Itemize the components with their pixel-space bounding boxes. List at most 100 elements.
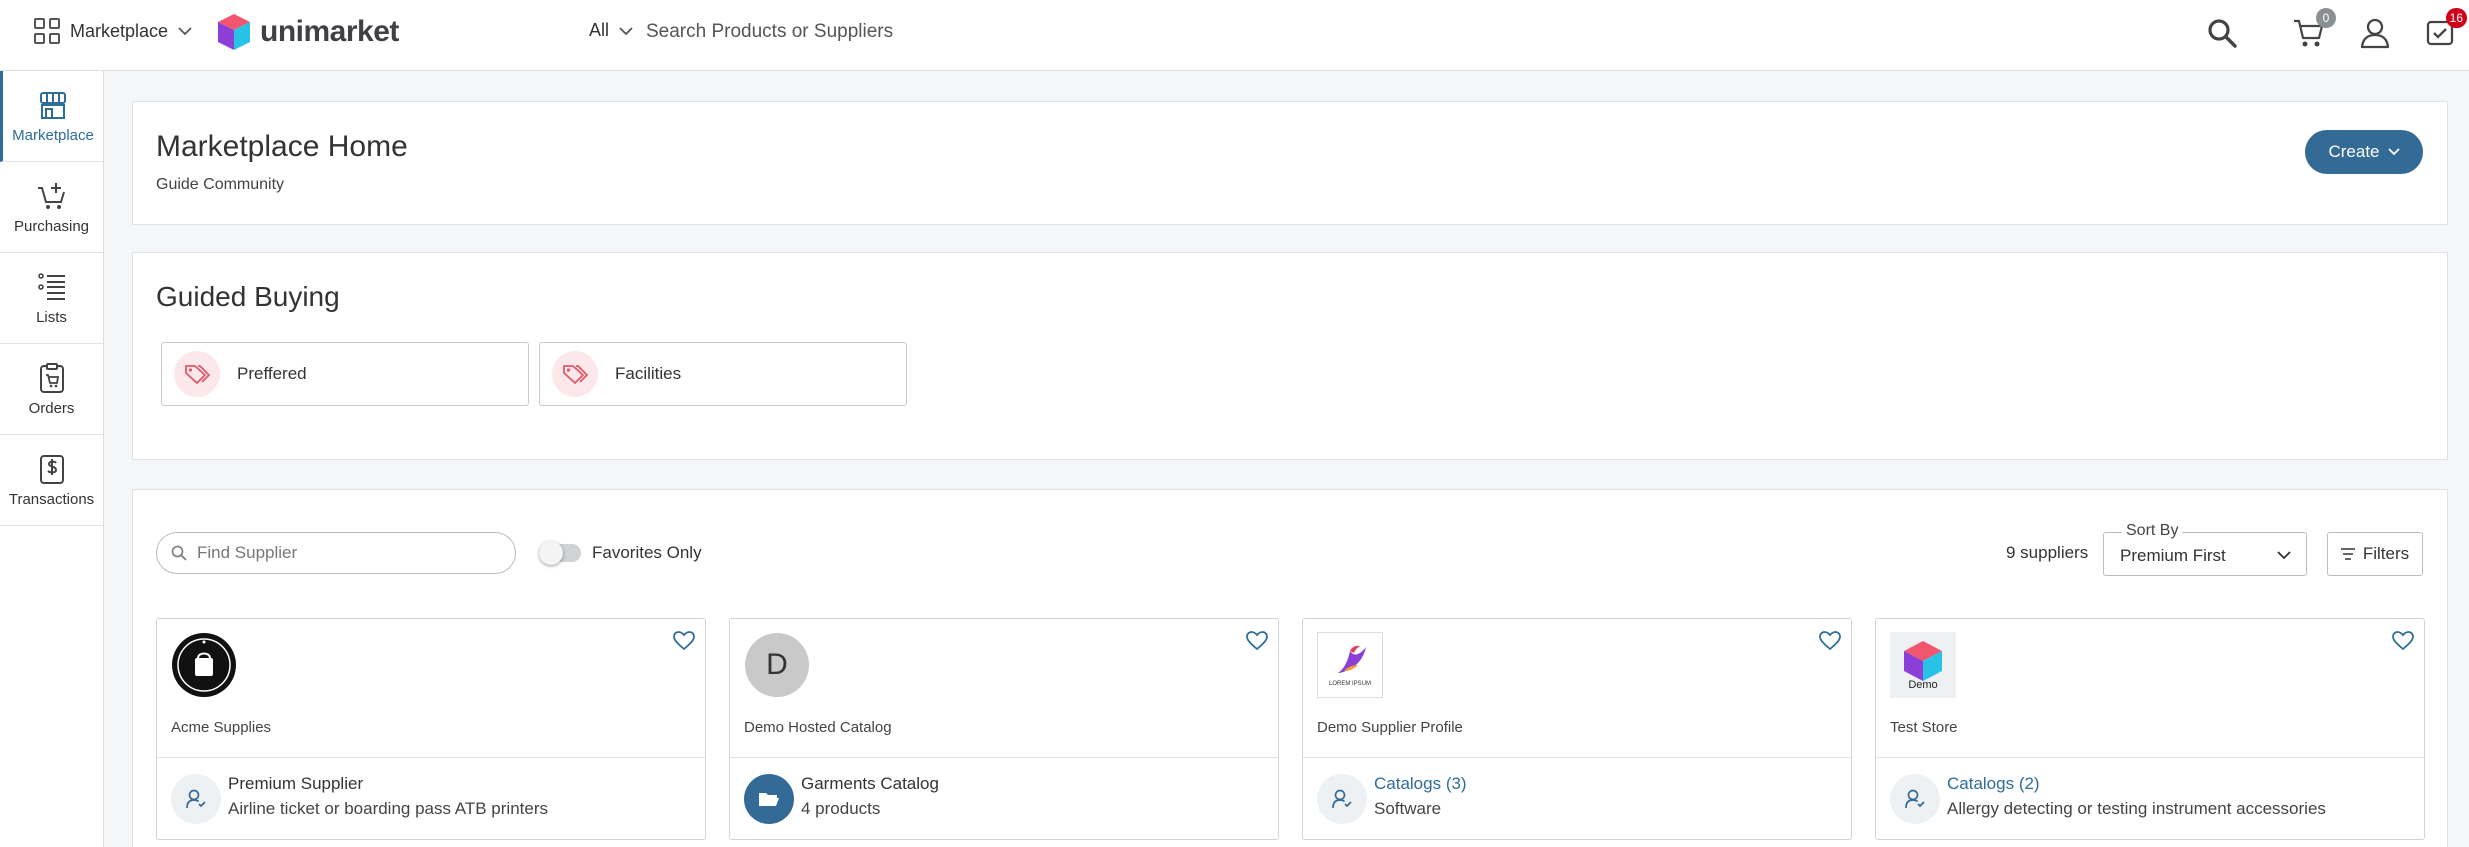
supplier-logo [171, 632, 237, 698]
user-icon [2360, 18, 2390, 49]
acme-seal-logo [172, 633, 236, 697]
supplier-card-footer: Premium Supplier Airline ticket or board… [157, 757, 705, 840]
find-supplier-input[interactable] [197, 543, 497, 563]
supplier-category: Software [1374, 799, 1442, 818]
nav-label: Purchasing [13, 217, 90, 235]
favorite-button[interactable] [1246, 631, 1268, 656]
left-nav: Marketplace Purchasing Lists Orders Tran… [0, 71, 104, 847]
guided-buying-title: Guided Buying [156, 281, 340, 312]
supplier-name: Acme Supplies [171, 719, 272, 736]
page-title: Marketplace Home [156, 130, 408, 163]
app-switcher[interactable]: Marketplace [34, 18, 192, 44]
heart-icon [1819, 631, 1841, 651]
supplier-card-footer: Garments Catalog 4 products [730, 757, 1278, 840]
sort-by-select[interactable]: Sort By Premium First [2103, 522, 2307, 576]
cart-button[interactable]: 0 [2290, 8, 2336, 52]
marketplace-header-card: Marketplace Home Guide Community Create [132, 101, 2448, 225]
cube-logo: Demo [1890, 632, 1956, 698]
catalogs-link[interactable]: Catalogs (3) [1374, 774, 1467, 794]
search-scope-select[interactable]: All [589, 20, 633, 41]
nav-label: Orders [28, 399, 75, 417]
bird-logo: LOREM IPSUM [1317, 632, 1383, 698]
dollar-document-icon [39, 454, 64, 484]
nav-label: Transactions [8, 490, 95, 508]
favorites-only-toggle[interactable] [539, 541, 581, 565]
cube-logo-caption: Demo [1908, 679, 1938, 691]
guided-buying-card: Guided Buying Preffered Facilities [132, 252, 2448, 460]
storefront-icon [40, 91, 66, 119]
nav-item-marketplace[interactable]: Marketplace [0, 71, 103, 162]
favorite-button[interactable] [2392, 631, 2414, 656]
filter-lines-icon [2340, 548, 2355, 560]
bird-logo-caption: LOREM IPSUM [1328, 681, 1371, 687]
nav-label: Lists [36, 308, 67, 326]
chevron-down-icon [619, 26, 633, 35]
catalog-name: Garments Catalog [801, 774, 939, 793]
user-icon [1332, 789, 1352, 809]
favorite-button[interactable] [1819, 631, 1841, 656]
favorite-button[interactable] [673, 631, 695, 656]
heart-icon [673, 631, 695, 651]
app-grid-icon [34, 18, 60, 44]
search-icon [171, 545, 187, 561]
filters-button[interactable]: Filters [2327, 532, 2423, 576]
unimarket-logo[interactable]: unimarket [216, 12, 399, 52]
search-icon [2208, 19, 2237, 48]
suppliers-card: Favorites Only 9 suppliers Sort By Premi… [132, 489, 2448, 847]
notifications-count-badge: 16 [2445, 8, 2467, 28]
sort-by-value: Premium First [2120, 546, 2226, 565]
logo-text: unimarket [260, 15, 399, 48]
tag-icon-wrap [552, 351, 598, 397]
guided-tile-facilities[interactable]: Facilities [539, 342, 907, 406]
sort-by-legend: Sort By [2122, 522, 2183, 540]
heart-icon [2392, 631, 2414, 651]
nav-item-lists[interactable]: Lists [0, 253, 103, 344]
account-button[interactable] [2356, 14, 2394, 52]
user-icon [186, 789, 206, 809]
supplier-count: 9 suppliers [2006, 543, 2089, 562]
create-label: Create [2328, 142, 2380, 161]
supplier-logo: LOREM IPSUM [1317, 632, 1383, 698]
search-button[interactable] [2203, 14, 2241, 52]
create-button[interactable]: Create [2305, 130, 2423, 174]
catalog-product-count: 4 products [801, 799, 881, 818]
user-icon-wrap [1890, 774, 1940, 824]
search-scope-label: All [589, 20, 610, 40]
top-bar: Marketplace unimarket All 0 16 [0, 0, 2469, 71]
logo-cube-icon [218, 14, 250, 50]
bird-logo-mark [1338, 645, 1366, 673]
heart-icon [1246, 631, 1268, 651]
list-icon [37, 272, 65, 300]
global-search-input[interactable] [646, 14, 1166, 50]
notifications-button[interactable]: 16 [2421, 8, 2467, 52]
chevron-down-icon [2277, 551, 2291, 560]
nav-item-purchasing[interactable]: Purchasing [0, 162, 103, 253]
supplier-avatar: D [745, 633, 809, 697]
chevron-down-icon [178, 27, 192, 36]
supplier-name: Demo Supplier Profile [1317, 719, 1463, 736]
nav-item-transactions[interactable]: Transactions [0, 435, 103, 526]
nav-item-orders[interactable]: Orders [0, 344, 103, 435]
tag-icon [185, 365, 210, 384]
supplier-card[interactable]: Demo Test Store Catalogs (2) Allergy det… [1875, 618, 2425, 840]
tag-icon [563, 365, 588, 384]
supplier-card-footer: Catalogs (3) Software [1303, 757, 1851, 840]
user-icon-wrap [171, 774, 221, 824]
supplier-card[interactable]: Acme Supplies Premium Supplier Airline t… [156, 618, 706, 840]
toggle-knob [539, 541, 563, 565]
supplier-category: Airline ticket or boarding pass ATB prin… [228, 799, 548, 818]
nav-label: Marketplace [12, 126, 94, 144]
app-switcher-label: Marketplace [70, 20, 169, 41]
supplier-card[interactable]: LOREM IPSUM Demo Supplier Profile Catalo… [1302, 618, 1852, 840]
cart-count-badge: 0 [2316, 8, 2336, 28]
catalogs-link[interactable]: Catalogs (2) [1947, 774, 2040, 794]
supplier-name: Test Store [1890, 719, 1958, 736]
supplier-logo: Demo [1890, 632, 1956, 698]
supplier-logo: D [744, 632, 810, 698]
supplier-card[interactable]: D Demo Hosted Catalog Garments Catalog 4… [729, 618, 1279, 840]
find-supplier-field[interactable] [156, 532, 516, 574]
guided-tile-label: Preffered [237, 364, 307, 383]
guided-tile-preffered[interactable]: Preffered [161, 342, 529, 406]
guided-tile-label: Facilities [615, 364, 682, 383]
supplier-category: Allergy detecting or testing instrument … [1947, 799, 2326, 818]
